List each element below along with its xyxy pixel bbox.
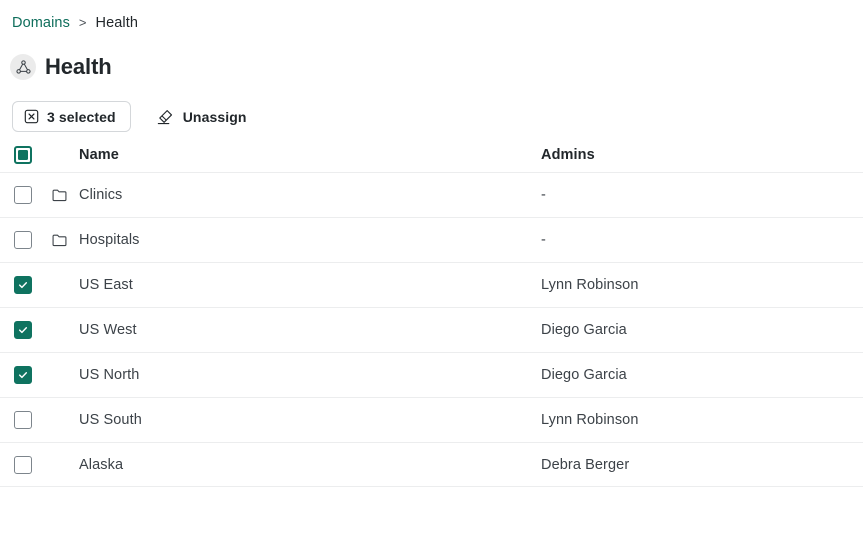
row-checkbox[interactable] [14,186,32,204]
table-row[interactable]: US South Lynn Robinson [0,397,863,442]
row-checkbox[interactable] [14,456,32,474]
close-square-icon [24,109,39,124]
unassign-button[interactable]: Unassign [145,101,258,132]
row-select-cell [14,231,51,249]
domain-network-icon [10,54,36,80]
row-checkbox[interactable] [14,231,32,249]
row-name: US West [79,322,541,338]
row-admins: - [541,187,863,203]
row-name: US North [79,367,541,383]
selected-count-label: 3 selected [47,109,116,125]
selected-count-button[interactable]: 3 selected [12,101,131,132]
breadcrumb-current-health: Health [96,12,139,34]
row-checkbox[interactable] [14,366,32,384]
row-name: Hospitals [79,232,541,248]
row-admins: Diego Garcia [541,367,863,383]
eraser-icon [156,108,174,126]
row-select-cell [14,186,51,204]
row-admins: Lynn Robinson [541,277,863,293]
row-name: US South [79,412,541,428]
row-checkbox[interactable] [14,321,32,339]
row-select-cell [14,411,51,429]
table-header-row: Name Admins [0,138,863,172]
unassign-label: Unassign [183,109,247,125]
column-header-admins[interactable]: Admins [541,147,863,163]
row-admins: Debra Berger [541,457,863,473]
column-header-name[interactable]: Name [79,147,541,163]
select-all-cell [14,146,51,164]
row-admins: - [541,232,863,248]
row-name: Clinics [79,187,541,203]
table-row[interactable]: Hospitals - [0,217,863,262]
table-row[interactable]: US North Diego Garcia [0,352,863,397]
row-name: US East [79,277,541,293]
table-row[interactable]: Alaska Debra Berger [0,442,863,487]
row-checkbox[interactable] [14,411,32,429]
toolbar: 3 selected Unassign [12,100,258,133]
row-name: Alaska [79,457,541,473]
breadcrumb: Domains > Health [12,12,138,34]
row-select-cell [14,366,51,384]
row-select-cell [14,321,51,339]
table-row[interactable]: US East Lynn Robinson [0,262,863,307]
folder-icon [51,232,79,249]
row-select-cell [14,456,51,474]
row-select-cell [14,276,51,294]
table-row[interactable]: Clinics - [0,172,863,217]
breadcrumb-separator: > [79,12,87,34]
breadcrumb-link-domains[interactable]: Domains [12,12,70,34]
row-checkbox[interactable] [14,276,32,294]
page-title-row: Health [10,50,112,84]
page-title: Health [45,54,112,80]
table-row[interactable]: US West Diego Garcia [0,307,863,352]
folder-icon [51,187,79,204]
row-admins: Lynn Robinson [541,412,863,428]
select-all-checkbox[interactable] [14,146,32,164]
row-admins: Diego Garcia [541,322,863,338]
domains-table: Name Admins Clinics - Hospitals - [0,138,863,487]
